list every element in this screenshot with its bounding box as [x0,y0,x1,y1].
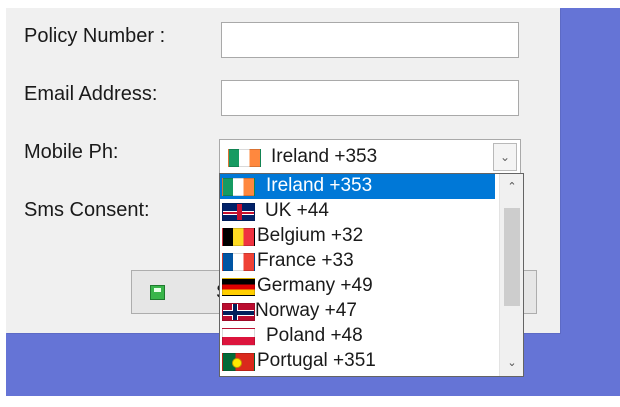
dropdown-item-norway[interactable]: Norway +47 [220,299,495,324]
mobile-phone-label: Mobile Ph: [24,141,119,163]
dropdown-item-label: Ireland +353 [266,175,373,196]
portugal-flag-icon [222,353,255,371]
chevron-up-icon[interactable]: ⌃ [500,176,523,198]
dropdown-item-label: UK +44 [265,200,329,221]
dropdown-item-label: Poland +48 [266,325,363,346]
chevron-down-icon[interactable]: ⌄ [500,352,523,374]
germany-flag-icon [222,278,255,296]
dropdown-item-poland[interactable]: Poland +48 [220,324,495,349]
country-code-dropdown-list[interactable]: Ireland +353 UK +44 Belgium +32 France +… [219,173,524,377]
dropdown-item-label: Norway +47 [255,300,357,321]
dropdown-item-label: France +33 [257,250,354,271]
dropdown-items: Ireland +353 UK +44 Belgium +32 France +… [220,174,498,374]
policy-number-field[interactable] [221,22,519,58]
mobile-phone-country-combobox[interactable]: Ireland +353 ⌄ [219,139,521,175]
uk-flag-icon [222,203,255,221]
save-icon [150,285,165,300]
save-button[interactable]: S [131,270,229,314]
top-margin [0,0,620,8]
email-address-field[interactable] [221,80,519,116]
dropdown-item-label: Belgium +32 [257,225,364,246]
dropdown-item-uk[interactable]: UK +44 [220,199,495,224]
combobox-selected-value: Ireland +353 [271,146,378,167]
dropdown-item-france[interactable]: France +33 [220,249,495,274]
ireland-flag-icon [222,178,255,196]
dropdown-scrollbar[interactable]: ⌃ ⌄ [499,174,523,376]
belgium-flag-icon [222,228,255,246]
dropdown-item-portugal[interactable]: Portugal +351 [220,349,495,374]
dropdown-item-belgium[interactable]: Belgium +32 [220,224,495,249]
sms-consent-label: Sms Consent: [24,199,150,221]
dropdown-item-ireland[interactable]: Ireland +353 [220,174,495,199]
ireland-flag-icon [228,149,261,167]
bottom-margin [0,396,620,407]
norway-flag-icon [222,303,255,321]
email-address-label: Email Address: [24,83,158,105]
chevron-down-icon[interactable]: ⌄ [493,143,517,171]
dropdown-item-label: Germany +49 [257,275,373,296]
france-flag-icon [222,253,255,271]
scrollbar-thumb[interactable] [504,208,520,306]
dropdown-item-label: Portugal +351 [257,350,376,371]
secondary-button[interactable] [523,270,537,314]
policy-number-label: Policy Number : [24,25,166,47]
poland-flag-icon [222,328,255,346]
dropdown-item-germany[interactable]: Germany +49 [220,274,495,299]
